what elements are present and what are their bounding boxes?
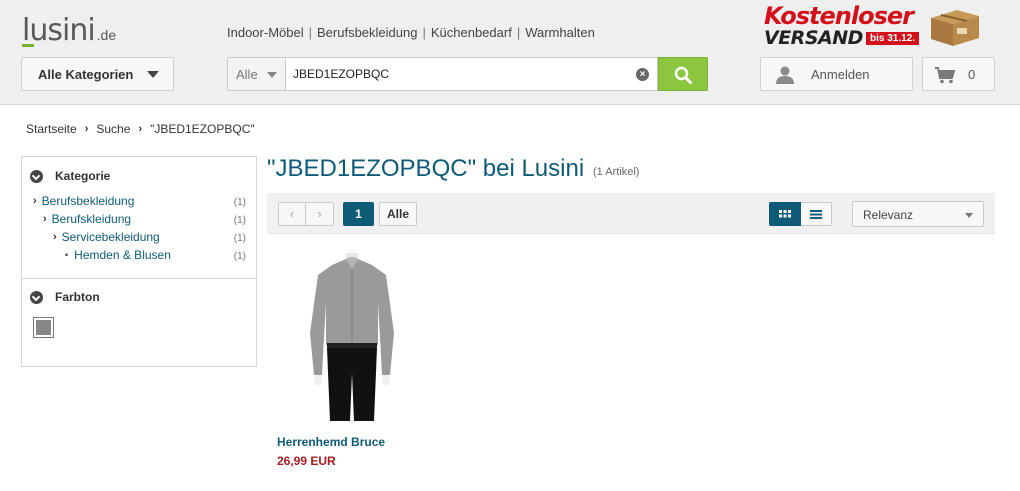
promo-date-badge: bis 31.12. — [866, 32, 920, 45]
promo-headline: Kostenloser — [764, 2, 914, 30]
logo-domain: .de — [96, 27, 117, 43]
color-facet-title: Farbton — [55, 290, 100, 304]
pager-prev-button[interactable]: ‹ — [278, 202, 306, 226]
collapse-icon — [30, 290, 43, 304]
breadcrumb-current: "JBED1EZOPBQC" — [150, 122, 255, 136]
bullet-icon: • — [65, 250, 69, 260]
breadcrumb-home[interactable]: Startseite — [26, 122, 77, 136]
color-swatch-grey[interactable] — [33, 317, 54, 338]
facet-item-count: (1) — [233, 251, 246, 262]
search-icon — [674, 66, 692, 84]
nav-link-indoor-moebel[interactable]: Indoor-Möbel — [227, 25, 304, 40]
facet-item-label: Hemden & Blusen — [74, 248, 171, 262]
chevron-right-icon: › — [53, 231, 57, 243]
results-count: (1 Artikel) — [593, 166, 640, 178]
page-1-button[interactable]: 1 — [343, 202, 374, 226]
results-title: "JBED1EZOPBQC" bei Lusini — [267, 155, 585, 182]
facet-item-label: Berufskleidung — [51, 212, 132, 226]
nav-link-warmhalten[interactable]: Warmhalten — [525, 25, 595, 40]
user-icon — [776, 66, 794, 84]
grid-view-button[interactable] — [769, 202, 801, 226]
breadcrumb-search[interactable]: Suche — [96, 122, 130, 136]
sort-select[interactable]: Relevanz — [852, 201, 984, 227]
results-toolbar: ‹ › 1 Alle Relevanz — [267, 193, 995, 234]
free-shipping-banner[interactable]: Kostenloser VERSAND bis 31.12. — [762, 2, 994, 52]
nav-link-kuechenbedarf[interactable]: Küchenbedarf — [431, 25, 512, 40]
clear-search-icon[interactable]: × — [636, 68, 649, 81]
promo-subline: VERSAND — [764, 27, 863, 49]
list-view-button[interactable] — [801, 202, 832, 226]
pager-next-button[interactable]: › — [306, 202, 334, 226]
facet-item-count: (1) — [233, 215, 246, 226]
chevron-down-icon — [965, 213, 973, 218]
search-button[interactable] — [658, 57, 708, 91]
nav-link-berufsbekleidung[interactable]: Berufsbekleidung — [317, 25, 417, 40]
category-facet-title: Kategorie — [55, 169, 111, 183]
facet-item-hemden-blusen[interactable]: • Hemden & Blusen — [65, 248, 171, 262]
filter-sidebar: Kategorie › Berufsbekleidung (1) › Beruf… — [21, 156, 257, 367]
site-header: lusini .de Indoor-Möbel | Berufsbekleidung… — [0, 0, 1020, 105]
color-facet-header[interactable]: Farbton — [30, 290, 100, 304]
facet-item-servicebekleidung[interactable]: › Servicebekleidung — [53, 230, 160, 244]
facet-divider — [22, 278, 256, 279]
chevron-right-icon: › — [84, 123, 89, 135]
cart-button[interactable]: 0 — [922, 57, 995, 91]
logo-wordmark: lusini — [22, 13, 96, 48]
product-name[interactable]: Herrenhemd Bruce — [277, 435, 385, 449]
facet-item-label: Servicebekleidung — [61, 230, 160, 244]
product-price: 26,99 EUR — [277, 454, 336, 468]
all-categories-button[interactable]: Alle Kategorien — [21, 57, 174, 91]
top-navigation: Indoor-Möbel | Berufsbekleidung | Küchenbeda… — [227, 25, 595, 40]
facet-item-count: (1) — [233, 233, 246, 244]
logo-accent — [22, 44, 34, 47]
lusini-logo[interactable]: lusini .de — [22, 13, 117, 48]
facet-item-label: Berufsbekleidung — [41, 194, 135, 208]
search-bar: Alle × — [227, 57, 708, 91]
breadcrumb: Startseite › Suche › "JBED1EZOPBQC" — [26, 122, 255, 136]
all-categories-label: Alle Kategorien — [38, 66, 134, 82]
shipping-box-icon — [931, 10, 979, 46]
search-scope-label: Alle — [236, 67, 258, 82]
cart-icon — [935, 67, 956, 84]
swatch-fill — [36, 320, 51, 335]
chevron-down-icon — [267, 72, 277, 78]
login-button[interactable]: Anmelden — [760, 57, 913, 91]
nav-separator: | — [422, 25, 426, 40]
product-image[interactable] — [302, 253, 402, 425]
chevron-right-icon: › — [138, 123, 143, 135]
category-facet-header[interactable]: Kategorie — [30, 169, 110, 183]
chevron-right-icon: › — [43, 213, 47, 225]
login-label: Anmelden — [811, 67, 870, 82]
chevron-down-icon — [147, 71, 159, 78]
cart-count: 0 — [968, 67, 976, 82]
collapse-icon — [30, 169, 43, 183]
facet-item-berufsbekleidung[interactable]: › Berufsbekleidung — [33, 194, 134, 208]
facet-item-count: (1) — [233, 197, 246, 208]
nav-separator: | — [308, 25, 312, 40]
nav-separator: | — [516, 25, 521, 40]
grid-icon — [779, 210, 791, 218]
show-all-button[interactable]: Alle — [379, 202, 417, 226]
search-scope-select[interactable]: Alle — [227, 57, 285, 91]
list-icon — [810, 210, 822, 219]
sort-label: Relevanz — [863, 208, 914, 222]
search-input[interactable] — [285, 57, 658, 91]
facet-item-berufskleidung[interactable]: › Berufskleidung — [43, 212, 131, 226]
chevron-right-icon: › — [33, 195, 37, 207]
